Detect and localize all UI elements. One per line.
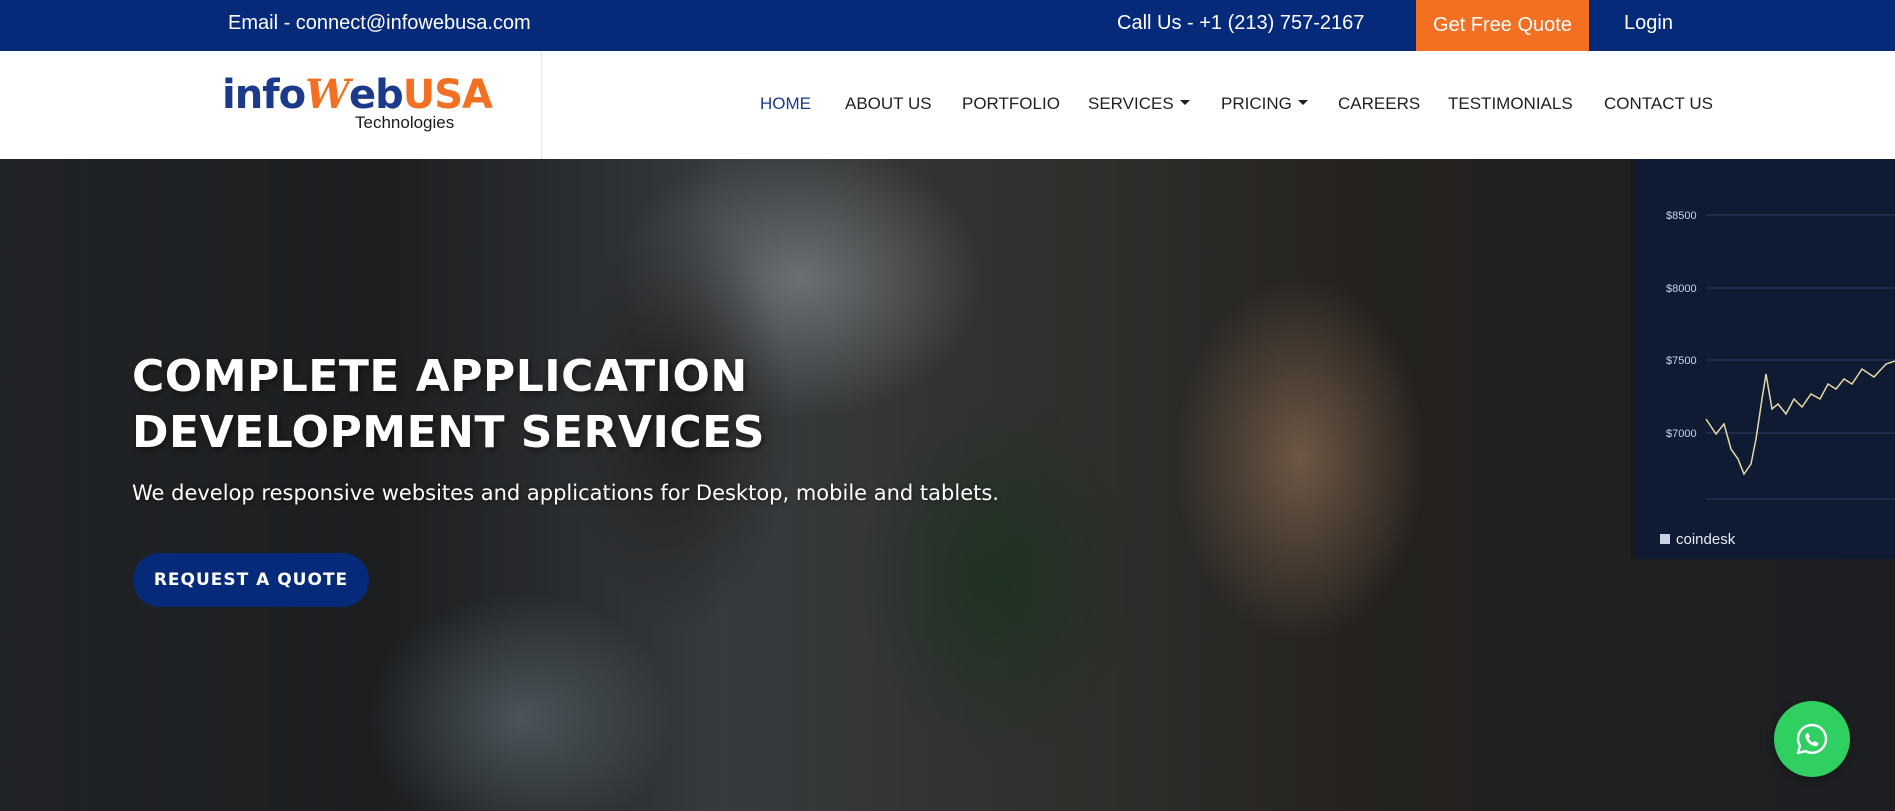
header-divider	[541, 51, 542, 159]
hero-subtitle: We develop responsive websites and appli…	[132, 481, 999, 505]
monitor-label-8500: $8500	[1666, 210, 1697, 222]
email-link[interactable]: Email - connect@infowebusa.com	[228, 12, 531, 35]
monitor-label-8000: $8000	[1666, 283, 1697, 295]
login-link[interactable]: Login	[1624, 12, 1673, 35]
chart-monitor-image: $8500 $8000 $7500 $7000 coindesk	[1630, 159, 1895, 559]
logo-part-usa: USA	[402, 72, 493, 118]
nav-services[interactable]: SERVICES	[1088, 94, 1190, 114]
logo-wordmark: infoWebUSA	[222, 71, 493, 118]
nav-home[interactable]: HOME	[760, 94, 811, 114]
site-logo[interactable]: infoWebUSA Technologies	[222, 71, 493, 137]
nav-about-us[interactable]: ABOUT US	[845, 94, 932, 114]
phone-link[interactable]: Call Us - +1 (213) 757-2167	[1117, 12, 1364, 35]
whatsapp-button[interactable]	[1774, 701, 1850, 777]
nav-portfolio[interactable]: PORTFOLIO	[962, 94, 1060, 114]
nav-services-label: SERVICES	[1088, 94, 1174, 113]
caret-down-icon	[1179, 100, 1190, 106]
hero-heading: COMPLETE APPLICATION DEVELOPMENT SERVICE…	[132, 349, 765, 461]
logo-part-info: info	[222, 72, 306, 118]
logo-part-eb: eb	[349, 72, 404, 118]
monitor-chart: $8500 $8000 $7500 $7000 coindesk	[1660, 210, 1895, 548]
get-free-quote-button[interactable]: Get Free Quote	[1416, 0, 1589, 51]
hero-banner: $8500 $8000 $7500 $7000 coindesk COMPLET…	[0, 159, 1895, 811]
monitor-label-7500: $7500	[1666, 355, 1697, 367]
nav-testimonials[interactable]: TESTIMONIALS	[1448, 94, 1573, 114]
nav-careers[interactable]: CAREERS	[1338, 94, 1420, 114]
hero-heading-line2: DEVELOPMENT SERVICES	[132, 407, 765, 458]
nav-contact-us[interactable]: CONTACT US	[1604, 94, 1713, 114]
monitor-label-7000: $7000	[1666, 428, 1697, 440]
site-header: infoWebUSA Technologies HOME ABOUT US PO…	[0, 51, 1895, 159]
whatsapp-icon	[1796, 723, 1828, 755]
monitor-price-line	[1705, 360, 1895, 476]
nav-pricing[interactable]: PRICING	[1221, 94, 1308, 114]
monitor-brand: coindesk	[1676, 531, 1736, 548]
request-quote-button[interactable]: REQUEST A QUOTE	[133, 553, 369, 607]
nav-pricing-label: PRICING	[1221, 94, 1292, 113]
top-bar: Email - connect@infowebusa.com Call Us -…	[0, 0, 1895, 51]
caret-down-icon	[1297, 100, 1308, 106]
logo-tagline: Technologies	[355, 113, 455, 132]
logo-part-w: W	[305, 71, 350, 118]
hero-heading-line1: COMPLETE APPLICATION	[132, 351, 748, 402]
